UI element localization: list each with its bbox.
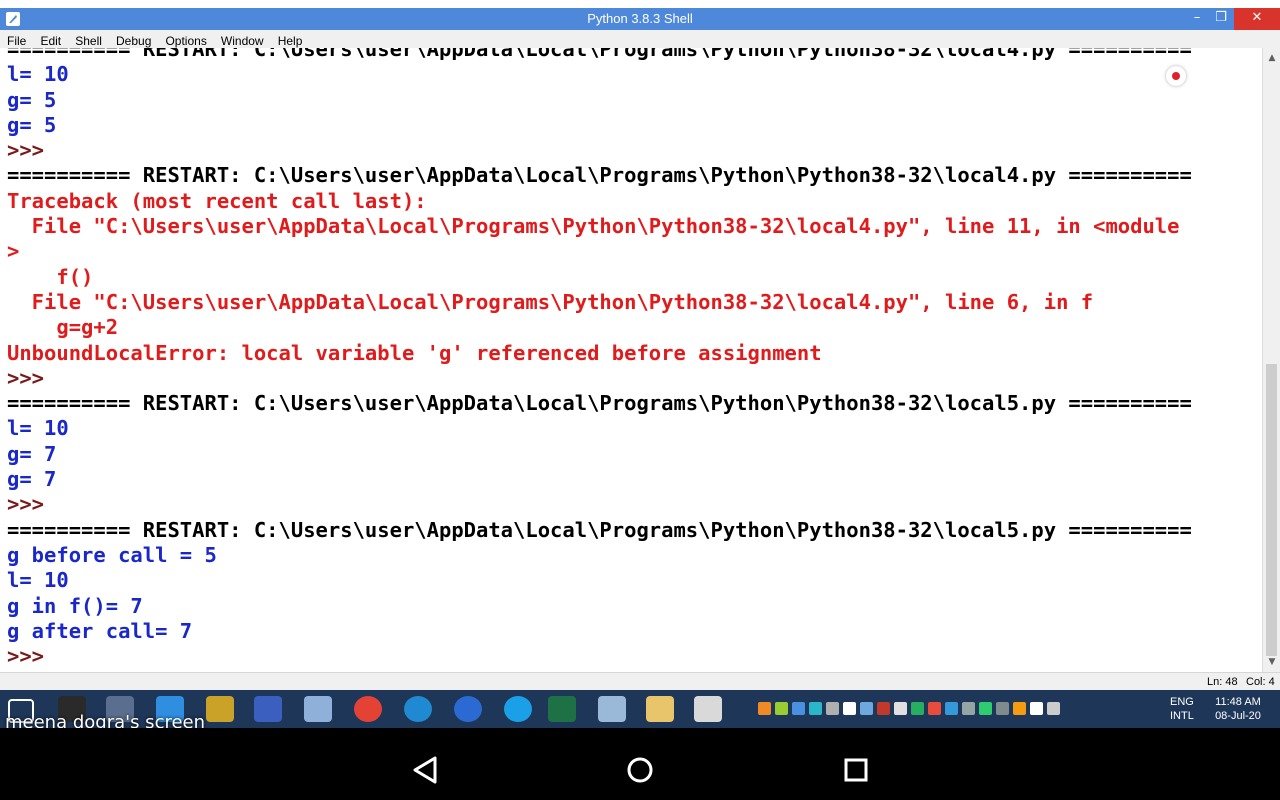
shell-line-prompt: >>>: [7, 138, 45, 163]
shell-line-stdout: g before call = 5: [7, 542, 217, 567]
system-tray[interactable]: [758, 700, 1064, 718]
paint-icon[interactable]: [298, 693, 338, 725]
taskbar-app-glyph: [504, 696, 532, 722]
taskbar-app-glyph: [646, 696, 674, 722]
tray-icon[interactable]: [843, 702, 856, 715]
shell-line-restart: ========== RESTART: C:\Users\user\AppDat…: [7, 48, 1192, 61]
shell-line-stdout: g= 5: [7, 112, 57, 137]
shell-output-area[interactable]: ========== RESTART: C:\Users\user\AppDat…: [0, 48, 1262, 672]
taskbar-app-glyph: [454, 696, 482, 722]
chrome-icon[interactable]: [348, 693, 388, 725]
title-bar[interactable]: Python 3.8.3 Shell – ❐ ✕: [0, 8, 1280, 30]
explorer-icon[interactable]: [640, 693, 680, 725]
taskbar-app-glyph: [354, 696, 382, 722]
tray-icon[interactable]: [996, 702, 1009, 715]
tray-icon[interactable]: [809, 702, 822, 715]
menu-bar: File Edit Shell Debug Options Window Hel…: [0, 30, 1280, 48]
shell-line-restart: ========== RESTART: C:\Users\user\AppDat…: [7, 517, 1192, 542]
shell-line-stdout: l= 10: [7, 568, 69, 593]
tray-icon[interactable]: [928, 702, 941, 715]
shell-line-prompt: >>>: [7, 644, 45, 669]
tray-icon[interactable]: [962, 702, 975, 715]
snipping-tool-icon[interactable]: [200, 693, 240, 725]
menu-options[interactable]: Options: [165, 33, 206, 48]
maximize-button[interactable]: ❐: [1207, 8, 1235, 30]
shell-line-err: File "C:\Users\user\AppData\Local\Progra…: [7, 289, 1094, 314]
skype-icon[interactable]: [498, 693, 538, 725]
tray-icon[interactable]: [1013, 702, 1026, 715]
tray-icon[interactable]: [894, 702, 907, 715]
shell-line-err: File "C:\Users\user\AppData\Local\Progra…: [7, 214, 1180, 239]
shell-line-err: f(): [7, 264, 94, 289]
clock-time: 11:48 AM: [1215, 696, 1261, 708]
nord-icon[interactable]: [448, 693, 488, 725]
back-icon[interactable]: [405, 750, 445, 790]
column-number: Col: 4: [1246, 676, 1275, 688]
tray-icon[interactable]: [877, 702, 890, 715]
tray-icon[interactable]: [758, 702, 771, 715]
scrollbar-thumb[interactable]: [1266, 364, 1277, 656]
menu-shell[interactable]: Shell: [75, 33, 102, 48]
close-button[interactable]: ✕: [1234, 8, 1280, 30]
scroll-down-icon[interactable]: ▼: [1263, 654, 1280, 670]
recording-indicator-icon: [1166, 66, 1186, 86]
edge-icon[interactable]: [398, 693, 438, 725]
shell-line-err: UnboundLocalError: local variable 'g' re…: [7, 340, 822, 365]
shell-line-prompt: >>>: [7, 492, 45, 517]
taskbar-app-glyph: [304, 696, 332, 722]
files-icon[interactable]: [592, 693, 632, 725]
recents-icon[interactable]: [836, 750, 876, 790]
status-bar: Ln: 48 Col: 4: [0, 672, 1280, 690]
tray-icon[interactable]: [1030, 702, 1043, 715]
link-app-icon[interactable]: [248, 693, 288, 725]
tray-icon[interactable]: [945, 702, 958, 715]
taskbar-app-glyph: [598, 696, 626, 722]
shell-line-stdout: l= 10: [7, 416, 69, 441]
taskbar-app-glyph: [694, 696, 722, 722]
tray-icon[interactable]: [775, 702, 788, 715]
tray-icon[interactable]: [860, 702, 873, 715]
language-indicator[interactable]: ENG INTL: [1170, 695, 1194, 723]
scroll-up-icon[interactable]: ▲: [1263, 50, 1280, 66]
menu-edit[interactable]: Edit: [40, 33, 61, 48]
shell-line-stdout: g in f()= 7: [7, 593, 143, 618]
shell-text: ========== RESTART: C:\Users\user\AppDat…: [7, 48, 1192, 669]
menu-debug[interactable]: Debug: [116, 33, 151, 48]
home-icon[interactable]: [620, 750, 660, 790]
idle-shell-window: Python 3.8.3 Shell – ❐ ✕ File Edit Shell…: [0, 0, 1280, 690]
language-code: ENG: [1170, 696, 1194, 708]
shell-line-restart: ========== RESTART: C:\Users\user\AppDat…: [7, 163, 1192, 188]
tray-icon[interactable]: [826, 702, 839, 715]
window-title: Python 3.8.3 Shell: [587, 11, 693, 26]
shell-line-restart: ========== RESTART: C:\Users\user\AppDat…: [7, 391, 1192, 416]
menu-window[interactable]: Window: [221, 33, 264, 48]
shell-line-stdout: l= 10: [7, 62, 69, 87]
tray-icon[interactable]: [911, 702, 924, 715]
shell-line-stdout: g= 5: [7, 87, 57, 112]
taskbar-clock[interactable]: 11:48 AM 08-Jul-20: [1208, 695, 1268, 723]
tray-icon[interactable]: [979, 702, 992, 715]
keyboard-layout: INTL: [1170, 710, 1194, 722]
shell-line-stdout: g= 7: [7, 467, 57, 492]
taskbar-app-glyph: [548, 696, 576, 722]
taskbar-app-glyph: [254, 696, 282, 722]
shell-line-err: Traceback (most recent call last):: [7, 188, 427, 213]
line-number: Ln: 48: [1207, 676, 1238, 688]
excel-icon[interactable]: [542, 693, 582, 725]
taskbar-app-glyph: [206, 696, 234, 722]
menu-help[interactable]: Help: [278, 33, 303, 48]
shell-line-err: g=g+2: [7, 315, 119, 340]
vertical-scrollbar[interactable]: ▲ ▼: [1262, 48, 1280, 672]
taskbar-app-glyph: [404, 696, 432, 722]
menu-file[interactable]: File: [7, 33, 26, 48]
shell-line-stdout: g after call= 7: [7, 618, 193, 643]
clock-date: 08-Jul-20: [1215, 710, 1261, 722]
shell-line-stdout: g= 7: [7, 441, 57, 466]
android-navigation-bar: [0, 728, 1280, 800]
tray-icon[interactable]: [792, 702, 805, 715]
shell-line-err: >: [7, 239, 20, 264]
tray-icon[interactable]: [1047, 702, 1060, 715]
python-idle-icon[interactable]: [688, 693, 728, 725]
shell-line-prompt: >>>: [7, 365, 45, 390]
